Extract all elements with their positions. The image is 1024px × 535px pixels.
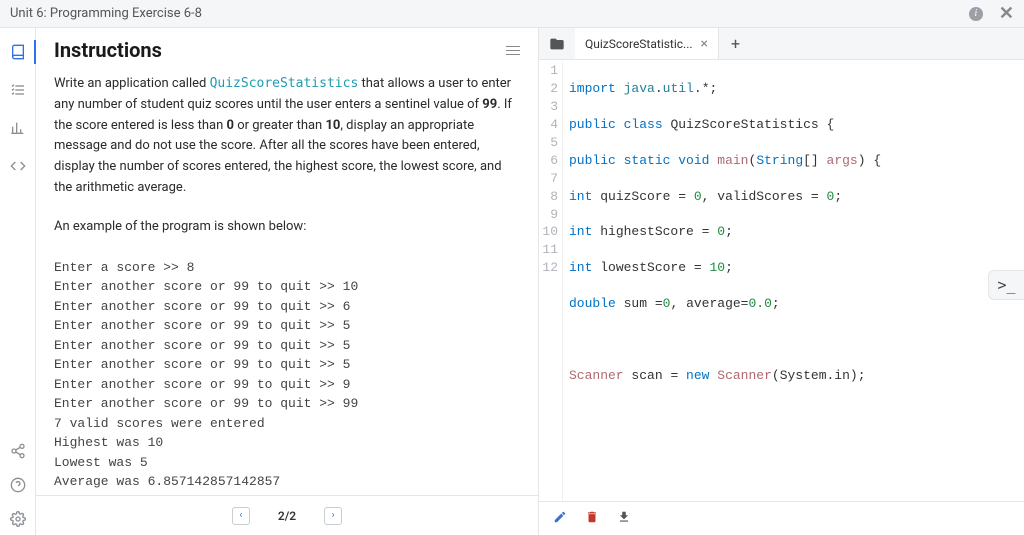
folder-icon[interactable] bbox=[539, 28, 575, 59]
pager-label: 2/2 bbox=[278, 509, 296, 523]
instructions-title: Instructions bbox=[54, 38, 162, 62]
example-lead: An example of the program is shown below… bbox=[54, 217, 520, 238]
book-icon[interactable] bbox=[10, 44, 26, 60]
tab-row: QuizScoreStatistic... × + bbox=[539, 28, 1024, 60]
instructions-paragraph: Write an application called QuizScoreSta… bbox=[54, 74, 520, 199]
pager-next-button[interactable]: › bbox=[324, 507, 342, 525]
info-icon[interactable]: i bbox=[969, 7, 983, 21]
editor-pane: QuizScoreStatistic... × + 1 2 3 4 5 6 7 … bbox=[539, 28, 1024, 535]
pager-prev-button[interactable]: ‹ bbox=[232, 507, 250, 525]
editor-footer bbox=[539, 501, 1024, 535]
share-icon[interactable] bbox=[10, 443, 26, 459]
code-icon[interactable] bbox=[10, 158, 26, 174]
edit-icon[interactable] bbox=[553, 510, 567, 528]
tab-label: QuizScoreStatistic... bbox=[585, 37, 693, 51]
close-icon[interactable]: ✕ bbox=[999, 5, 1014, 23]
tab-close-icon[interactable]: × bbox=[701, 36, 708, 52]
page-title: Unit 6: Programming Exercise 6-8 bbox=[10, 6, 202, 21]
tab-active[interactable]: QuizScoreStatistic... × bbox=[575, 28, 719, 59]
inline-code: QuizScoreStatistics bbox=[210, 76, 359, 91]
code-editor[interactable]: 1 2 3 4 5 6 7 8 9 10 11 12 import java.u… bbox=[539, 60, 1024, 501]
checklist-icon[interactable] bbox=[10, 82, 26, 98]
instructions-body[interactable]: Write an application called QuizScoreSta… bbox=[36, 70, 538, 495]
chart-icon[interactable] bbox=[10, 120, 26, 136]
pager: ‹ 2/2 › bbox=[36, 495, 538, 535]
top-bar: Unit 6: Programming Exercise 6-8 i ✕ bbox=[0, 0, 1024, 28]
gutter: 1 2 3 4 5 6 7 8 9 10 11 12 bbox=[539, 62, 563, 501]
download-icon[interactable] bbox=[617, 510, 631, 528]
instructions-pane: Instructions Write an application called… bbox=[36, 28, 539, 535]
terminal-toggle[interactable]: >_ bbox=[988, 270, 1024, 300]
instructions-header: Instructions bbox=[36, 28, 538, 70]
tab-add-button[interactable]: + bbox=[719, 28, 752, 59]
help-icon[interactable] bbox=[10, 477, 26, 493]
main-area: Instructions Write an application called… bbox=[0, 28, 1024, 535]
example-output: Enter a score >> 8 Enter another score o… bbox=[54, 258, 520, 492]
gear-icon[interactable] bbox=[10, 511, 26, 527]
menu-icon[interactable] bbox=[506, 46, 520, 55]
topbar-actions: i ✕ bbox=[969, 5, 1014, 23]
code-content[interactable]: import java.util.*; public class QuizSco… bbox=[563, 62, 881, 501]
left-rail-bottom bbox=[0, 443, 36, 527]
trash-icon[interactable] bbox=[585, 510, 599, 528]
